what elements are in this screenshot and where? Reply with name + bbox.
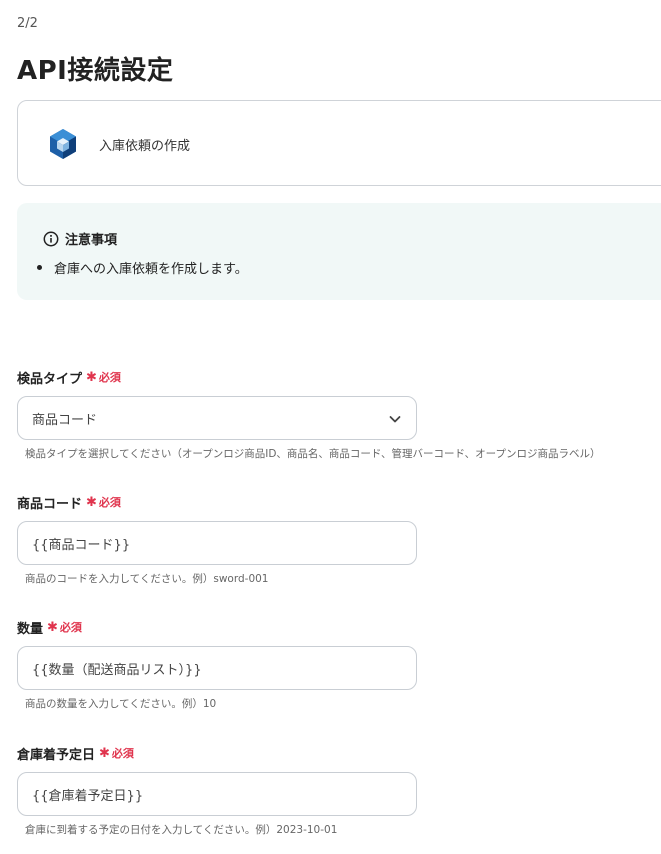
action-card[interactable]: 入庫依頼の作成 [17, 100, 661, 186]
required-badge: 必須 [98, 496, 121, 509]
notice-item: 倉庫への入庫依頼を作成します。 [37, 258, 248, 277]
field-arrival-date: 倉庫着予定日 ✱ 必須 {{倉庫着予定日}} 倉庫に到着する予定の日付を入力して… [17, 744, 417, 837]
field-label: 数量 [17, 621, 44, 637]
field-label: 倉庫着予定日 [17, 747, 96, 763]
field-quantity: 数量 ✱ 必須 {{数量（配送商品リスト）}} 商品の数量を入力してください。例… [17, 618, 417, 711]
input-value: {{倉庫着予定日}} [32, 788, 144, 804]
page: 2/2 API接続設定 入庫依頼の作成 注意事項 倉庫への入庫依頼を作成します。 [0, 0, 661, 854]
help-text: 商品のコードを入力してください。例）sword-001 [25, 573, 269, 585]
notice-item-text: 倉庫への入庫依頼を作成します。 [54, 262, 248, 277]
info-icon [43, 231, 59, 246]
help-text: 商品の数量を入力してください。例）10 [25, 698, 217, 710]
required-badge: 必須 [98, 371, 121, 384]
help-text: 倉庫に到着する予定の日付を入力してください。例）2023-10-01 [25, 824, 338, 836]
openlogi-cube-icon [50, 129, 76, 159]
chevron-down-icon[interactable] [388, 412, 402, 426]
field-label-row: 倉庫着予定日 ✱ 必須 [17, 744, 417, 763]
page-title: API接続設定 [17, 56, 174, 86]
inspection-type-select[interactable]: 商品コード [17, 396, 417, 440]
input-value: {{数量（配送商品リスト）}} [32, 662, 202, 678]
step-indicator: 2/2 [17, 16, 38, 31]
required-badge: 必須 [111, 747, 134, 760]
field-label-row: 商品コード ✱ 必須 [17, 493, 417, 512]
quantity-input[interactable]: {{数量（配送商品リスト）}} [17, 646, 417, 690]
bullet-icon [37, 265, 42, 270]
notice-header: 注意事項 [43, 229, 117, 248]
arrival-date-input[interactable]: {{倉庫着予定日}} [17, 772, 417, 816]
field-label: 検品タイプ [17, 371, 83, 387]
required-asterisk-icon: ✱ [47, 619, 58, 635]
field-product-code: 商品コード ✱ 必須 {{商品コード}} 商品のコードを入力してください。例）s… [17, 493, 417, 586]
field-label-row: 数量 ✱ 必須 [17, 618, 417, 637]
required-asterisk-icon: ✱ [86, 369, 97, 385]
required-badge: 必須 [59, 621, 82, 634]
required-asterisk-icon: ✱ [99, 745, 110, 761]
select-value: 商品コード [32, 412, 98, 428]
input-value: {{商品コード}} [32, 537, 131, 553]
notice-list: 倉庫への入庫依頼を作成します。 [37, 258, 248, 277]
notice-box: 注意事項 倉庫への入庫依頼を作成します。 [17, 203, 661, 300]
help-text: 検品タイプを選択してください（オープンロジ商品ID、商品名、商品コード、管理バー… [25, 448, 601, 460]
field-label: 商品コード [17, 496, 83, 512]
product-code-input[interactable]: {{商品コード}} [17, 521, 417, 565]
field-inspection-type: 検品タイプ ✱ 必須 商品コード 検品タイプを選択してください（オープンロジ商品… [17, 368, 601, 461]
required-asterisk-icon: ✱ [86, 494, 97, 510]
action-label: 入庫依頼の作成 [99, 139, 191, 154]
notice-title: 注意事項 [65, 233, 118, 248]
field-label-row: 検品タイプ ✱ 必須 [17, 368, 417, 387]
